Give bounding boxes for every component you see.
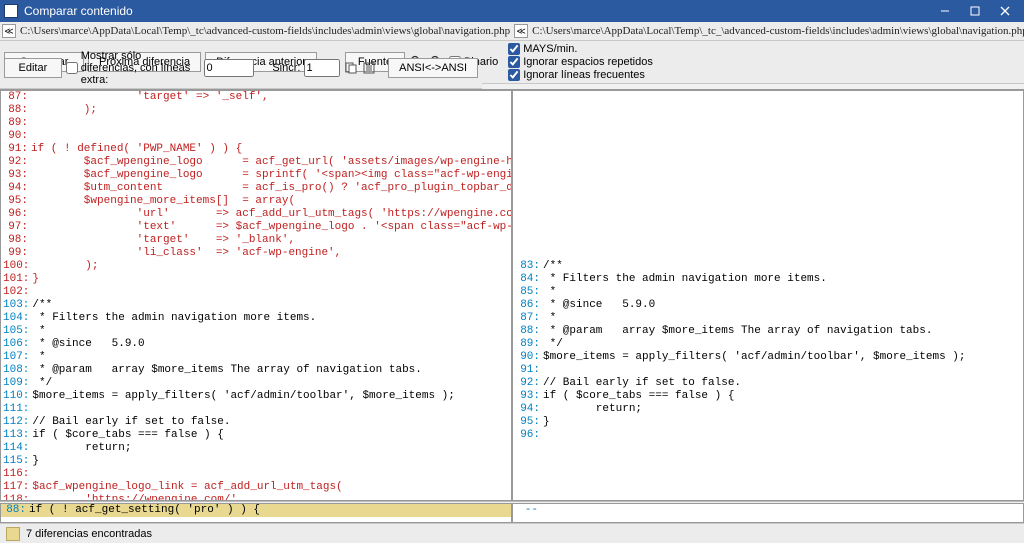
code-line: 86: * @since 5.9.0 bbox=[515, 299, 1021, 312]
code-line: 85: * bbox=[515, 286, 1021, 299]
prev-file-left-button[interactable]: ≪ bbox=[2, 24, 16, 38]
code-line: 91:if ( ! defined( 'PWP_NAME' ) ) { bbox=[3, 143, 509, 156]
frequent-checkbox[interactable] bbox=[508, 69, 520, 81]
status-text: 7 diferencias encontradas bbox=[26, 528, 152, 540]
only-diff-label: Mostrar sólo diferencias, con líneas ext… bbox=[81, 50, 201, 86]
code-line: 96: bbox=[515, 429, 1021, 442]
code-line: 111: bbox=[3, 403, 509, 416]
right-pane[interactable]: --------------------------83:/**84: * Fi… bbox=[512, 90, 1024, 501]
code-line: 113:if ( $core_tabs === false ) { bbox=[3, 429, 509, 442]
code-line: 105: * bbox=[3, 325, 509, 338]
window-title: Comparar contenido bbox=[24, 4, 930, 18]
code-line: 104: * Filters the admin navigation more… bbox=[3, 312, 509, 325]
code-line: 112:// Bail early if set to false. bbox=[3, 416, 509, 429]
copy-left-icon[interactable] bbox=[344, 60, 358, 76]
code-line: 88: * @param array $more_items The array… bbox=[515, 325, 1021, 338]
code-line: 116: bbox=[3, 468, 509, 481]
file-paths-row: ≪ C:\Users\marce\AppData\Local\Temp\_tc\… bbox=[0, 22, 1024, 41]
code-line: 115:} bbox=[3, 455, 509, 468]
detail-row: 88:if ( ! acf_get_setting( 'pro' ) ) { -… bbox=[0, 501, 1024, 523]
code-line: 106: * @since 5.9.0 bbox=[3, 338, 509, 351]
code-line: 90:$more_items = apply_filters( 'acf/adm… bbox=[515, 351, 1021, 364]
diff-panes: 87: 'target' => '_self',88: );89:90:91:i… bbox=[0, 89, 1024, 501]
code-line: 92: $acf_wpengine_logo = acf_get_url( 'a… bbox=[3, 156, 509, 169]
minimize-button[interactable] bbox=[930, 1, 960, 21]
code-line: 93:if ( $core_tabs === false ) { bbox=[515, 390, 1021, 403]
code-line: 97: 'text' => $acf_wpengine_logo . '<spa… bbox=[3, 221, 509, 234]
left-file-path: C:\Users\marce\AppData\Local\Temp\_tc\ad… bbox=[20, 25, 510, 37]
status-bar: 7 diferencias encontradas bbox=[0, 523, 1024, 543]
maximize-button[interactable] bbox=[960, 1, 990, 21]
code-line: 118: 'https://wpengine.com/', bbox=[3, 494, 509, 501]
code-line: 108: * @param array $more_items The arra… bbox=[3, 364, 509, 377]
extra-lines-input[interactable] bbox=[204, 59, 254, 77]
code-line: 110:$more_items = apply_filters( 'acf/ad… bbox=[3, 390, 509, 403]
title-bar: Comparar contenido bbox=[0, 0, 1024, 22]
code-line: 93: $acf_wpengine_logo = sprintf( '<span… bbox=[3, 169, 509, 182]
prev-file-right-button[interactable]: ≪ bbox=[514, 24, 528, 38]
edit-button[interactable]: Editar bbox=[4, 58, 62, 78]
code-line: 90: bbox=[3, 130, 509, 143]
code-line: 84: * Filters the admin navigation more … bbox=[515, 273, 1021, 286]
copy-right-icon[interactable] bbox=[362, 60, 376, 76]
code-line: 99: 'li_class' => 'acf-wp-engine', bbox=[3, 247, 509, 260]
left-pane[interactable]: 87: 'target' => '_self',88: );89:90:91:i… bbox=[0, 90, 512, 501]
code-line: 89: bbox=[3, 117, 509, 130]
encoding-button[interactable]: ANSI<->ANSI bbox=[388, 58, 478, 78]
code-line: 101:} bbox=[3, 273, 509, 286]
status-icon bbox=[6, 527, 20, 541]
bottom-left-pane[interactable]: 88:if ( ! acf_get_setting( 'pro' ) ) { bbox=[0, 503, 512, 523]
code-line: 94: return; bbox=[515, 403, 1021, 416]
code-line: 83:/** bbox=[515, 260, 1021, 273]
case-label: MAYS/min. bbox=[523, 43, 577, 55]
code-line: 117:$acf_wpengine_logo_link = acf_add_ur… bbox=[3, 481, 509, 494]
code-line: 107: * bbox=[3, 351, 509, 364]
code-line: 98: 'target' => '_blank', bbox=[3, 234, 509, 247]
code-line: 96: 'url' => acf_add_url_utm_tags( 'http… bbox=[3, 208, 509, 221]
spaces-checkbox[interactable] bbox=[508, 56, 520, 68]
sync-input[interactable] bbox=[304, 59, 340, 77]
code-line: 92:// Bail early if set to false. bbox=[515, 377, 1021, 390]
sync-label: Sincr: bbox=[272, 62, 300, 74]
case-checkbox[interactable] bbox=[508, 43, 520, 55]
spaces-label: Ignorar espacios repetidos bbox=[523, 56, 653, 68]
code-line: 100: ); bbox=[3, 260, 509, 273]
bottom-right-pane[interactable]: -- bbox=[512, 503, 1024, 523]
frequent-label: Ignorar líneas frecuentes bbox=[523, 69, 645, 81]
right-file-path: C:\Users\marce\AppData\Local\Temp\_tc_\a… bbox=[532, 25, 1024, 37]
code-line: 87: 'target' => '_self', bbox=[3, 91, 509, 104]
code-line: 94: $utm_content = acf_is_pro() ? 'acf_p… bbox=[3, 182, 509, 195]
only-diff-checkbox[interactable] bbox=[66, 62, 78, 74]
code-line: 91: bbox=[515, 364, 1021, 377]
code-line: 95:} bbox=[515, 416, 1021, 429]
code-line: 109: */ bbox=[3, 377, 509, 390]
code-line: 87: * bbox=[515, 312, 1021, 325]
code-line: 102: bbox=[3, 286, 509, 299]
code-line: 88: ); bbox=[3, 104, 509, 117]
code-line: 114: return; bbox=[3, 442, 509, 455]
code-line: 89: */ bbox=[515, 338, 1021, 351]
code-line: 95: $wpengine_more_items[] = array( bbox=[3, 195, 509, 208]
app-icon bbox=[4, 4, 18, 18]
close-button[interactable] bbox=[990, 1, 1020, 21]
code-line: 103:/** bbox=[3, 299, 509, 312]
